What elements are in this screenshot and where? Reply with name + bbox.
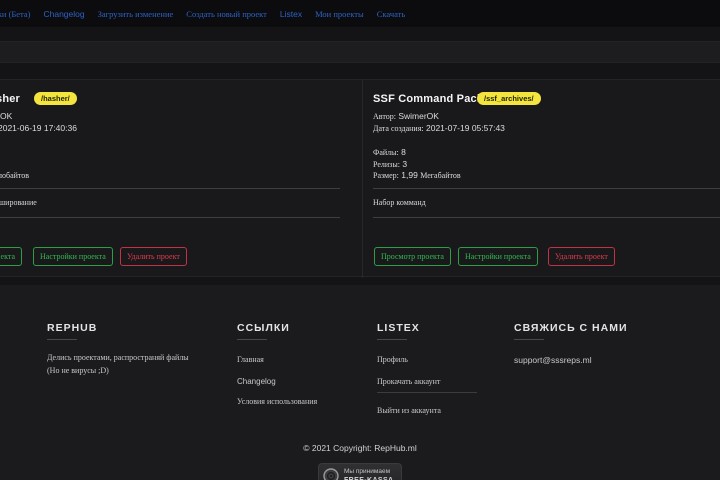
project-title: sher [0, 93, 21, 105]
divider [373, 188, 720, 189]
copyright-text: © 2021 Copyright: RepHub.ml [303, 443, 417, 453]
payment-badge[interactable]: Мы принимаем FREE-KASSA [318, 463, 402, 480]
nav-link-download[interactable]: Скачать [377, 9, 406, 19]
project-size: Размер: 1,99 Мегабайтов [373, 170, 461, 181]
nav-link-my-projects[interactable]: Мои проекты [315, 9, 364, 19]
releases-value: 3 [402, 159, 408, 169]
payment-badge-text: Мы принимаем FREE-KASSA [344, 468, 394, 480]
project-created-date: 2021-06-19 17:40:36 [0, 123, 77, 133]
heading-underline [47, 339, 77, 340]
project-card-ssf-command-pack: SSF Command Pack /ssf_archives/ Автор: S… [363, 80, 720, 278]
project-settings-button[interactable]: Настройки проекта [458, 247, 538, 266]
files-label: Файлы: [373, 148, 399, 157]
project-author: OK [0, 111, 13, 121]
heading-underline [514, 339, 544, 340]
project-releases: Релизы: 3 [373, 159, 407, 170]
payment-badge-line2: FREE-KASSA [344, 476, 394, 480]
project-tag-badge: /ssf_archives/ [477, 92, 541, 105]
heading-underline [237, 339, 267, 340]
author-label: Автор: [373, 112, 396, 121]
project-size: лобайтов [0, 171, 30, 180]
divider [0, 217, 340, 218]
view-project-button[interactable]: Просмотр проекта [374, 247, 451, 266]
size-label: Размер: [373, 171, 399, 180]
footer-link-profile[interactable]: Профиль [377, 355, 408, 364]
footer-link-terms[interactable]: Условия использования [237, 397, 317, 406]
size-value: 1,99 [401, 170, 418, 180]
top-navbar: аки (Бета) Changelog Загрузить изменение… [0, 0, 720, 27]
heading-underline [377, 339, 407, 340]
footer-heading-rephub: REPHUB [47, 322, 98, 334]
delete-project-button[interactable]: Удалить проект [120, 247, 187, 266]
divider [373, 217, 720, 218]
date-value: 2021-07-19 05:57:43 [425, 123, 505, 133]
nav-link-beta[interactable]: аки (Бета) [0, 9, 30, 19]
toolbar-strip [0, 41, 720, 63]
project-files: Файлы: 8 [373, 147, 406, 158]
files-value: 8 [401, 147, 406, 157]
footer-link-upgrade-account[interactable]: Прокачать аккаунт [377, 377, 440, 386]
project-description: ширование [0, 198, 37, 207]
project-created-date: Дата создания: 2021-07-19 05:57:43 [373, 123, 505, 134]
project-tag-badge: /hasher/ [34, 92, 77, 105]
footer-link-changelog[interactable]: Changelog [237, 377, 276, 386]
footer-heading-listex: LISTEX [377, 322, 420, 334]
author-value: SwimerOK [398, 111, 439, 121]
footer-tagline-line1: Делись проектами, распространяй файлы [47, 353, 189, 362]
nav-link-upload-change[interactable]: Загрузить изменение [98, 9, 174, 19]
payment-badge-line1: Мы принимаем [344, 467, 391, 475]
footer-link-home[interactable]: Главная [237, 355, 264, 364]
date-label: Дата создания: [373, 124, 424, 133]
nav-link-listex[interactable]: Listex [280, 9, 302, 19]
nav-link-changelog[interactable]: Changelog [43, 9, 84, 19]
projects-section: sher /hasher/ OK 2021-06-19 17:40:36 лоб… [0, 79, 720, 278]
project-settings-button[interactable]: Настройки проекта [33, 247, 113, 266]
size-unit: Мегабайтов [420, 171, 461, 180]
releases-label: Релизы: [373, 160, 400, 169]
footer-support-email[interactable]: support@sssreps.ml [514, 355, 592, 365]
footer-heading-contact: СВЯЖИСЬ С НАМИ [514, 322, 628, 334]
footer-column-divider [377, 392, 477, 393]
project-author: Автор: SwimerOK [373, 111, 439, 122]
project-description: Набор комманд [373, 198, 426, 207]
footer: REPHUB Делись проектами, распространяй ф… [0, 285, 720, 480]
delete-project-button[interactable]: Удалить проект [548, 247, 615, 266]
view-project-button[interactable]: екта [0, 247, 22, 266]
footer-heading-links: ССЫЛКИ [237, 322, 290, 334]
page: аки (Бета) Changelog Загрузить изменение… [0, 0, 720, 480]
footer-link-logout[interactable]: Выйти из аккаунта [377, 406, 441, 415]
project-title: SSF Command Pack [373, 93, 484, 105]
footer-tagline-line2: (Но не вирусы ;D) [47, 366, 109, 375]
freekassa-logo-icon [323, 468, 339, 480]
project-card-hasher: sher /hasher/ OK 2021-06-19 17:40:36 лоб… [0, 80, 362, 278]
nav-link-create-project[interactable]: Создать новый проект [186, 9, 267, 19]
divider [0, 188, 340, 189]
